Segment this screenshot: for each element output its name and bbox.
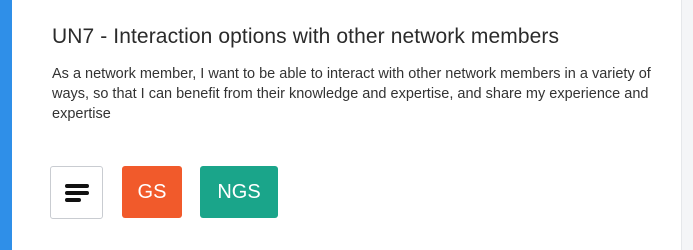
story-title: UN7 - Interaction options with other net…	[52, 25, 560, 48]
tag-ngs-button[interactable]: NGS	[200, 166, 278, 218]
menu-lines-icon	[64, 183, 89, 203]
story-description: As a network member, I want to be able t…	[52, 66, 651, 122]
story-accent-bar	[0, 0, 12, 250]
story-card: UN7 - Interaction options with other net…	[12, 0, 682, 250]
tag-gs-button[interactable]: GS	[122, 166, 182, 218]
menu-button[interactable]	[50, 166, 103, 219]
